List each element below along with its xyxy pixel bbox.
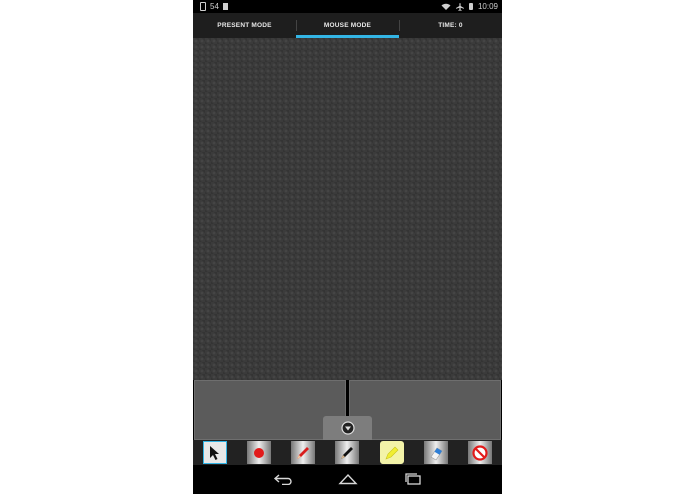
home-button[interactable] — [336, 471, 360, 487]
no-entry-icon — [472, 444, 488, 461]
battery-icon — [468, 3, 473, 10]
highlighter-icon — [385, 446, 399, 460]
collapse-toolbar-button[interactable] — [323, 416, 372, 440]
drawing-toolbar — [193, 440, 502, 465]
notification-count: 54 — [210, 2, 219, 11]
touchpad-area[interactable] — [193, 38, 502, 380]
status-bar: 54 10:09 — [193, 0, 502, 13]
black-pen-icon — [341, 446, 354, 459]
tool-pointer[interactable] — [203, 441, 228, 464]
tool-black-pen[interactable] — [335, 441, 360, 464]
tab-present-mode[interactable]: PRESENT MODE — [193, 13, 296, 38]
tool-highlighter[interactable] — [379, 441, 404, 464]
tab-mouse-mode[interactable]: MOUSE MODE — [296, 13, 399, 38]
tool-red-dot[interactable] — [247, 441, 272, 464]
red-pen-icon — [297, 446, 310, 459]
device-screen: 54 10:09 PRESENT MODE MOUSE MODE TIME: 0 — [193, 0, 502, 494]
back-button[interactable] — [271, 471, 295, 487]
note-icon — [222, 3, 228, 10]
home-icon — [338, 473, 358, 485]
status-time: 10:09 — [477, 2, 498, 11]
mode-tabs: PRESENT MODE MOUSE MODE TIME: 0 — [193, 13, 502, 38]
red-dot-icon — [254, 447, 265, 458]
back-icon — [273, 474, 292, 485]
navigation-bar — [193, 465, 502, 494]
tool-eraser[interactable] — [423, 441, 448, 464]
chevron-down-circle-icon — [340, 421, 355, 435]
tab-time[interactable]: TIME: 0 — [399, 13, 502, 38]
pointer-arrow-icon — [210, 445, 220, 460]
recent-apps-icon — [405, 473, 421, 485]
recent-apps-button[interactable] — [401, 471, 425, 487]
wifi-icon — [441, 3, 451, 10]
airplane-icon — [455, 2, 464, 11]
eraser-icon — [430, 447, 443, 460]
tool-red-pen[interactable] — [291, 441, 316, 464]
phone-icon — [200, 2, 206, 11]
tool-clear[interactable] — [467, 441, 492, 464]
